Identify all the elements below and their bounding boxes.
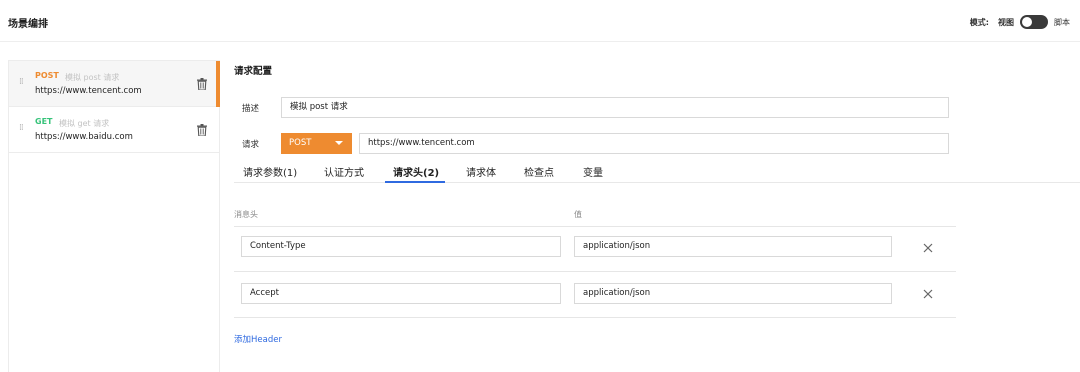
table-divider <box>234 317 956 318</box>
header-key-input[interactable]: Content-Type <box>241 236 561 257</box>
close-icon[interactable] <box>923 289 933 299</box>
request-tabs: 请求参数(1) 认证方式 请求头(2) 请求体 检查点 变量 <box>234 161 1080 183</box>
drag-handle-icon[interactable]: ⁞⁞ <box>19 78 24 87</box>
toggle-knob <box>1022 17 1032 27</box>
tab-checkpoints[interactable]: 检查点 <box>524 164 554 179</box>
request-list: ⁞⁞ POST 模拟 post 请求 https://www.tencent.c… <box>8 60 220 372</box>
mode-view-label: 视图 <box>998 17 1014 27</box>
request-url: https://www.tencent.com <box>35 86 142 96</box>
mode-label: 模式: <box>969 17 989 27</box>
section-title: 请求配置 <box>234 66 273 77</box>
request-desc: 模拟 post 请求 <box>65 73 120 82</box>
request-config-panel: 请求配置 描述 模拟 post 请求 请求 POST https://www.t… <box>234 60 1080 372</box>
drag-handle-icon[interactable]: ⁞⁞ <box>19 124 24 133</box>
trash-icon[interactable] <box>197 124 207 136</box>
trash-icon[interactable] <box>197 78 207 90</box>
caret-down-icon <box>335 141 343 145</box>
tab-auth[interactable]: 认证方式 <box>324 164 364 179</box>
mode-toggle[interactable] <box>1020 15 1048 29</box>
top-bar: 场景编排 模式: 视图 脚本 <box>0 0 1080 42</box>
active-tab-indicator <box>385 181 445 183</box>
desc-label: 描述 <box>242 104 260 114</box>
table-divider <box>234 226 956 227</box>
page-title: 场景编排 <box>8 19 48 30</box>
mode-switcher: 模式: 视图 脚本 <box>970 15 1070 29</box>
desc-input[interactable]: 模拟 post 请求 <box>281 97 949 118</box>
column-header-value: 值 <box>574 210 582 219</box>
header-key-input[interactable]: Accept <box>241 283 561 304</box>
request-url: https://www.baidu.com <box>35 132 133 142</box>
table-divider <box>234 271 956 272</box>
request-desc: 模拟 get 请求 <box>59 119 110 128</box>
tab-headers[interactable]: 请求头(2) <box>393 164 439 179</box>
mode-script-label: 脚本 <box>1054 17 1070 27</box>
close-icon[interactable] <box>923 243 933 253</box>
method-select[interactable]: POST <box>281 133 352 154</box>
request-method: POST <box>35 71 59 80</box>
request-method: GET <box>35 117 53 126</box>
method-select-value: POST <box>289 138 312 148</box>
tab-body[interactable]: 请求体 <box>466 164 496 179</box>
request-label: 请求 <box>242 140 260 150</box>
tab-variables[interactable]: 变量 <box>583 164 603 179</box>
column-header-key: 消息头 <box>234 210 258 219</box>
header-value-input[interactable]: application/json <box>574 283 892 304</box>
header-value-input[interactable]: application/json <box>574 236 892 257</box>
tab-params[interactable]: 请求参数(1) <box>243 164 297 179</box>
add-header-link[interactable]: 添加Header <box>234 333 282 345</box>
url-input[interactable]: https://www.tencent.com <box>359 133 949 154</box>
request-list-item[interactable]: ⁞⁞ POST 模拟 post 请求 https://www.tencent.c… <box>9 61 220 107</box>
request-list-item[interactable]: ⁞⁞ GET 模拟 get 请求 https://www.baidu.com <box>9 107 219 153</box>
